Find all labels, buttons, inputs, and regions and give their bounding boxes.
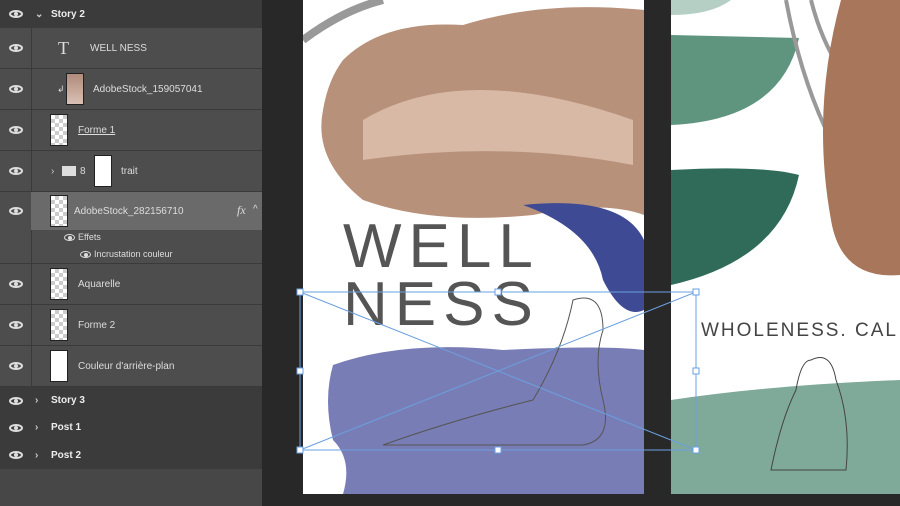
layer-thumbnail <box>50 114 68 146</box>
clip-arrow-icon: ↲ <box>57 83 65 94</box>
link-icon: 8 <box>80 165 86 177</box>
visibility-eye-icon[interactable] <box>9 167 23 175</box>
text-icon: T <box>58 37 69 58</box>
layer-forme-2[interactable]: Forme 2 <box>0 305 262 346</box>
visibility-eye-icon[interactable] <box>9 362 23 370</box>
layer-thumbnail <box>66 73 84 105</box>
layer-adobestock-282156710[interactable]: AdobeStock_282156710 fx ^ Effets Incrust… <box>0 192 262 264</box>
chevron-right-icon[interactable]: › <box>35 395 38 406</box>
layer-thumbnail <box>50 309 68 341</box>
visibility-eye-icon[interactable] <box>9 207 23 215</box>
visibility-eye-icon[interactable] <box>9 321 23 329</box>
layer-wellness-text[interactable]: T WELL NESS <box>0 28 262 69</box>
group-post-1[interactable]: › Post 1 <box>0 414 262 441</box>
mask-thumbnail <box>94 155 112 187</box>
group-story-2[interactable]: ⌄ Story 2 <box>0 0 262 28</box>
visibility-eye-icon[interactable] <box>9 126 23 134</box>
visibility-eye-icon[interactable] <box>9 451 23 459</box>
visibility-eye-icon[interactable] <box>9 396 23 405</box>
document-canvas[interactable]: WELL NESS WHOLENESS. CAL <box>262 0 900 506</box>
chevron-right-icon[interactable]: › <box>35 422 38 433</box>
visibility-eye-icon[interactable] <box>9 423 23 432</box>
artboard-story-3[interactable]: WHOLENESS. CAL <box>671 0 900 494</box>
layer-couleur-arriere-plan[interactable]: Couleur d'arrière-plan <box>0 346 262 387</box>
chevron-right-icon[interactable]: › <box>35 450 38 461</box>
collapse-effects-icon[interactable]: ^ <box>253 204 258 215</box>
layers-panel: ⌄ Story 2 T WELL NESS ↲ AdobeStock_15905… <box>0 0 262 506</box>
group-post-2[interactable]: › Post 2 <box>0 441 262 469</box>
chevron-right-icon[interactable]: › <box>51 166 54 177</box>
layer-thumbnail <box>50 350 68 382</box>
visibility-eye-icon[interactable] <box>9 280 23 288</box>
artboard-story-2[interactable]: WELL NESS <box>303 0 644 494</box>
tagline-text[interactable]: WHOLENESS. CAL <box>701 320 898 342</box>
layer-thumbnail <box>50 195 68 227</box>
layer-thumbnail <box>50 268 68 300</box>
fx-icon[interactable]: fx <box>237 203 246 218</box>
wellness-title-line2[interactable]: NESS <box>343 274 540 336</box>
layer-trait-group[interactable]: › 8 trait <box>0 151 262 192</box>
group-story-3[interactable]: › Story 3 <box>0 387 262 414</box>
visibility-eye-icon[interactable] <box>9 10 23 18</box>
layer-aquarelle[interactable]: Aquarelle <box>0 264 262 305</box>
wellness-title-line1[interactable]: WELL <box>343 216 540 278</box>
artboard-artwork <box>671 0 900 494</box>
effects-eye-icon[interactable] <box>64 234 75 241</box>
layer-adobestock-159057041[interactable]: ↲ AdobeStock_159057041 <box>0 69 262 110</box>
effect-eye-icon[interactable] <box>80 251 91 258</box>
chevron-down-icon[interactable]: ⌄ <box>35 9 43 20</box>
layer-forme-1[interactable]: Forme 1 <box>0 110 262 151</box>
effect-incrustation-couleur[interactable]: Incrustation couleur <box>94 249 173 259</box>
visibility-eye-icon[interactable] <box>9 44 23 52</box>
visibility-eye-icon[interactable] <box>9 85 23 93</box>
folder-icon <box>62 166 76 176</box>
